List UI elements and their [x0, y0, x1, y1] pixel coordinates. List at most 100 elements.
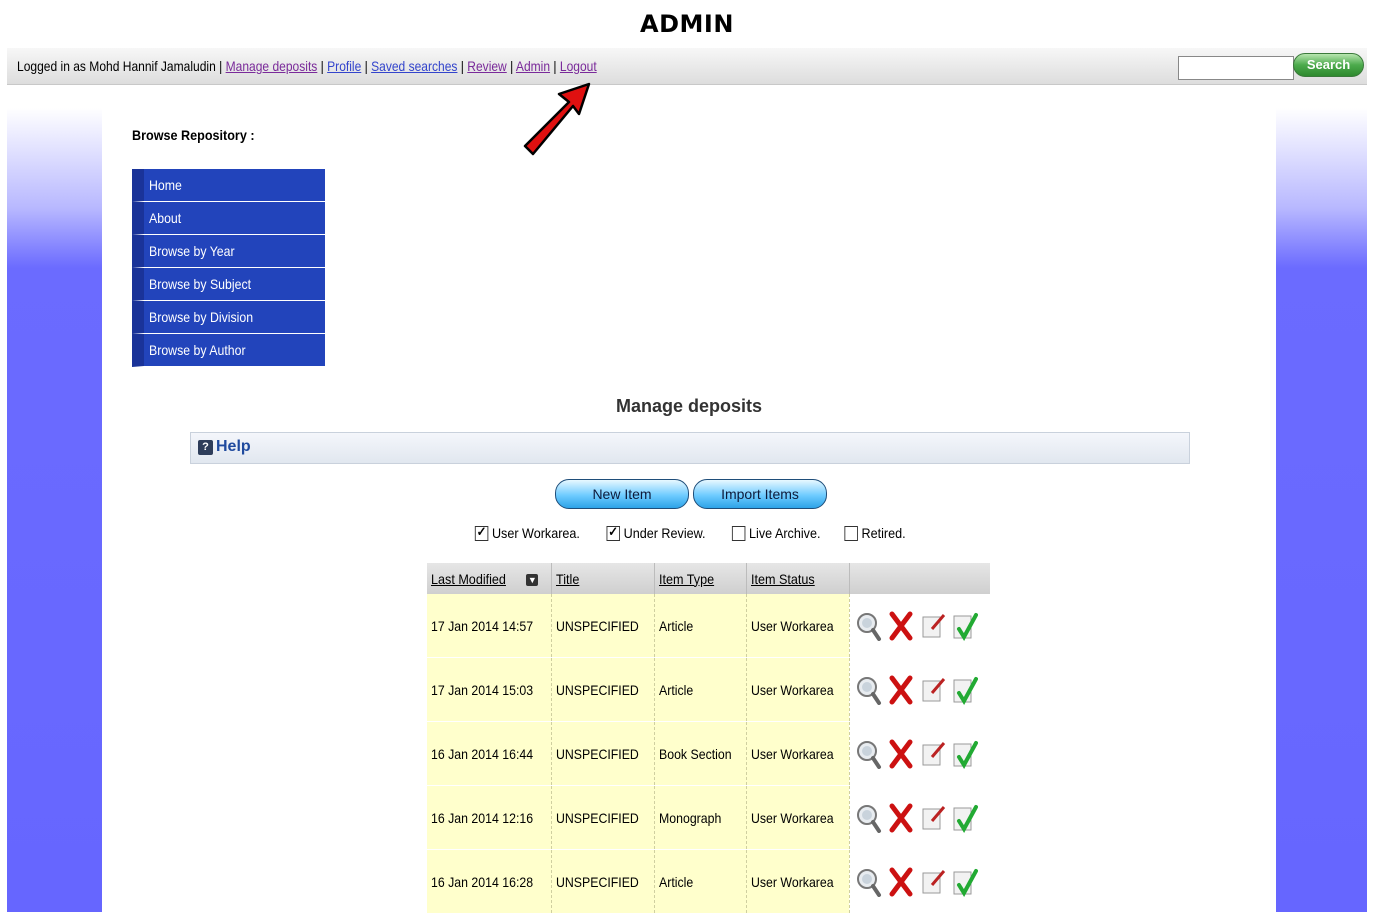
table-cell: User Workarea — [746, 849, 850, 914]
delete-icon[interactable] — [888, 867, 914, 897]
filter-label: Retired. — [861, 525, 907, 541]
view-icon[interactable] — [856, 611, 882, 641]
new-item-button[interactable]: New Item — [555, 479, 689, 509]
table-cell: Article — [654, 849, 747, 914]
table-row: 17 Jan 2014 15:03 UNSPECIFIED Article User … — [427, 657, 990, 722]
manage-deposits-link[interactable]: Manage deposits — [226, 58, 318, 74]
filter-live-archive[interactable]: Live Archive. — [732, 525, 821, 541]
cell-text: 17 Jan 2014 15:03 — [431, 681, 534, 698]
edit-icon[interactable] — [920, 803, 946, 833]
review-link[interactable]: Review — [467, 58, 506, 74]
checkbox[interactable] — [474, 524, 488, 541]
column-last-modified[interactable]: Last Modified ▼ — [427, 563, 552, 594]
column-item-type[interactable]: Item Type — [654, 563, 747, 594]
table-cell: User Workarea — [746, 721, 850, 786]
help-icon: ? — [198, 440, 213, 455]
table-cell: UNSPECIFIED — [551, 594, 656, 658]
search-button[interactable]: Search — [1293, 53, 1364, 77]
table-cell: 17 Jan 2014 15:03 — [427, 657, 552, 722]
column-item-status[interactable]: Item Status — [746, 563, 850, 594]
admin-caption: ADMIN — [640, 10, 734, 38]
deposit-icon[interactable] — [952, 611, 978, 641]
sort-down-icon[interactable]: ▼ — [526, 573, 539, 586]
search-input[interactable] — [1178, 56, 1294, 80]
table-cell: Article — [654, 594, 747, 658]
table-cell: UNSPECIFIED — [551, 657, 656, 722]
edit-icon[interactable] — [920, 611, 946, 641]
profile-link[interactable]: Profile — [327, 58, 361, 74]
top-bar: Logged in as Mohd Hannif Jamaludin | Man… — [7, 48, 1367, 85]
cell-text: User Workarea — [750, 681, 834, 698]
menu-item-browse-by-author[interactable]: Browse by Author — [132, 334, 325, 367]
menu-item-browse-by-subject[interactable]: Browse by Subject — [132, 268, 325, 301]
cell-text: 16 Jan 2014 16:28 — [431, 873, 534, 890]
page-title: Manage deposits — [615, 396, 763, 416]
cell-text: UNSPECIFIED — [556, 809, 639, 826]
filter-user-workarea[interactable]: User Workarea. — [474, 524, 579, 541]
table-cell: Book Section — [654, 721, 747, 786]
deposit-icon[interactable] — [952, 675, 978, 705]
table-cell: Article — [654, 657, 747, 722]
deposit-icon[interactable] — [952, 739, 978, 769]
menu-item-about[interactable]: About — [132, 202, 325, 235]
delete-icon[interactable] — [888, 675, 914, 705]
cell-text: Book Section — [659, 745, 732, 762]
cell-text: User Workarea — [750, 809, 834, 826]
browse-repository-title: Browse Repository : — [132, 127, 255, 143]
delete-icon[interactable] — [888, 739, 914, 769]
table-cell: UNSPECIFIED — [551, 721, 656, 786]
table-cell: UNSPECIFIED — [551, 785, 656, 850]
view-icon[interactable] — [856, 739, 882, 769]
column-title[interactable]: Title — [551, 563, 656, 594]
row-actions — [849, 657, 990, 722]
delete-icon[interactable] — [888, 803, 914, 833]
red-arrow-annotation — [523, 82, 591, 156]
cell-text: Article — [659, 681, 694, 698]
view-icon[interactable] — [856, 803, 882, 833]
table-cell: 16 Jan 2014 12:16 — [427, 785, 552, 850]
view-icon[interactable] — [856, 867, 882, 897]
menu-item-browse-by-year[interactable]: Browse by Year — [132, 235, 325, 268]
filter-label: Live Archive. — [749, 525, 821, 541]
menu-item-home[interactable]: Home — [132, 169, 325, 202]
checkbox[interactable] — [732, 525, 746, 541]
admin-link[interactable]: Admin — [516, 58, 550, 74]
main-content: Browse Repository : Home About Browse by… — [102, 85, 1276, 914]
cell-text: UNSPECIFIED — [556, 681, 639, 698]
column-label: Title — [556, 570, 580, 587]
edit-icon[interactable] — [920, 739, 946, 769]
filter-label: Under Review. — [623, 525, 706, 541]
logout-link[interactable]: Logout — [560, 58, 597, 74]
browse-menu: Home About Browse by Year Browse by Subj… — [132, 169, 325, 367]
cell-text: User Workarea — [750, 873, 834, 890]
separator: | — [553, 58, 557, 74]
table-cell: User Workarea — [746, 594, 850, 658]
import-items-button[interactable]: Import Items — [693, 479, 827, 509]
menu-item-label: About — [149, 210, 182, 226]
cell-text: 16 Jan 2014 12:16 — [431, 809, 534, 826]
deposit-icon[interactable] — [952, 803, 978, 833]
separator: | — [219, 58, 223, 74]
view-icon[interactable] — [856, 675, 882, 705]
deposit-icon[interactable] — [952, 867, 978, 897]
saved-searches-link[interactable]: Saved searches — [371, 58, 457, 74]
filter-retired[interactable]: Retired. — [844, 525, 907, 541]
checkbox[interactable] — [844, 525, 859, 541]
cell-text: User Workarea — [750, 745, 834, 762]
edit-icon[interactable] — [920, 675, 946, 705]
table-header-row: Last Modified ▼ Title Item Type Item Stat… — [427, 563, 990, 594]
edit-icon[interactable] — [920, 867, 946, 897]
cell-text: User Workarea — [750, 617, 834, 634]
table-cell: User Workarea — [746, 785, 850, 850]
row-actions — [849, 785, 990, 850]
filter-under-review[interactable]: Under Review. — [606, 524, 706, 541]
help-bar[interactable]: ? Help — [190, 432, 1190, 464]
menu-item-browse-by-division[interactable]: Browse by Division — [132, 301, 325, 334]
cell-text: UNSPECIFIED — [556, 873, 639, 890]
cell-text: 16 Jan 2014 16:44 — [431, 745, 534, 762]
table-cell: 16 Jan 2014 16:28 — [427, 849, 552, 914]
delete-icon[interactable] — [888, 611, 914, 641]
logged-in-text: Logged in as Mohd Hannif Jamaludin — [17, 58, 216, 74]
column-label: Item Status — [750, 570, 815, 587]
checkbox[interactable] — [606, 524, 621, 541]
